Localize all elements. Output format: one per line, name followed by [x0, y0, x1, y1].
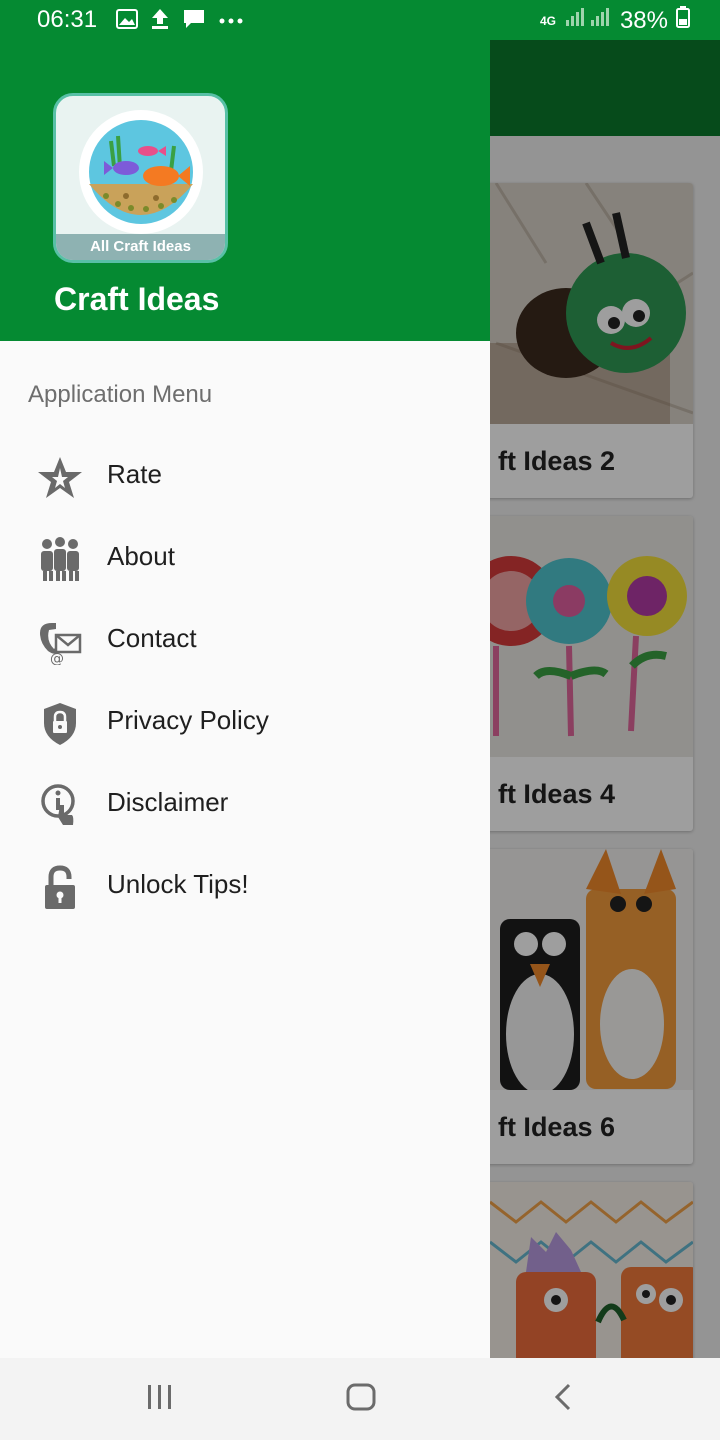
info-hand-icon: [36, 783, 84, 829]
menu-item-label: About: [107, 541, 175, 571]
star-icon: [36, 455, 84, 501]
signal-icon: [564, 6, 612, 35]
menu-item-label: Rate: [107, 459, 162, 489]
menu-item-unlock-tips[interactable]: Unlock Tips!: [0, 847, 490, 927]
group-icon: [36, 537, 84, 583]
menu-item-label: Disclaimer: [107, 787, 229, 817]
navigation-drawer: All Craft Ideas Craft Ideas Application …: [0, 0, 490, 1358]
recents-button[interactable]: [130, 1376, 190, 1422]
image-icon: [116, 8, 138, 34]
menu-item-contact[interactable]: @ Contact: [0, 601, 490, 681]
navigation-bar: [0, 1358, 720, 1440]
message-icon: [182, 8, 206, 35]
menu-item-disclaimer[interactable]: Disclaimer: [0, 765, 490, 845]
upload-icon: [150, 8, 170, 35]
more-notifications-icon: [218, 12, 244, 30]
drawer-header: All Craft Ideas Craft Ideas: [0, 40, 490, 341]
home-icon: [346, 1383, 376, 1416]
back-button[interactable]: [533, 1376, 593, 1422]
home-button[interactable]: [331, 1376, 391, 1422]
status-bar: 06:31 4G 38%: [0, 0, 720, 40]
back-icon: [553, 1383, 573, 1416]
battery-percent: 38%: [619, 6, 668, 34]
clock: 06:31: [37, 6, 98, 33]
app-logo: All Craft Ideas: [53, 93, 228, 263]
logo-caption: All Craft Ideas: [56, 234, 225, 260]
menu-item-privacy-policy[interactable]: Privacy Policy: [0, 683, 490, 763]
battery-icon: [676, 6, 690, 35]
menu-item-rate[interactable]: Rate: [0, 437, 490, 517]
shield-lock-icon: [36, 701, 84, 747]
recents-icon: [146, 1384, 174, 1415]
padlock-icon: [36, 865, 84, 911]
menu-heading: Application Menu: [28, 381, 213, 408]
phone-mail-icon: @: [36, 619, 84, 667]
app-name: Craft Ideas: [54, 281, 220, 317]
menu-item-about[interactable]: About: [0, 519, 490, 599]
network-type: 4G: [539, 13, 556, 28]
menu-item-label: Unlock Tips!: [107, 869, 249, 899]
fish-bowl-icon: [79, 110, 203, 234]
menu-item-label: Privacy Policy: [107, 705, 269, 735]
menu-item-label: Contact: [107, 623, 197, 653]
svg-text:@: @: [50, 651, 64, 665]
